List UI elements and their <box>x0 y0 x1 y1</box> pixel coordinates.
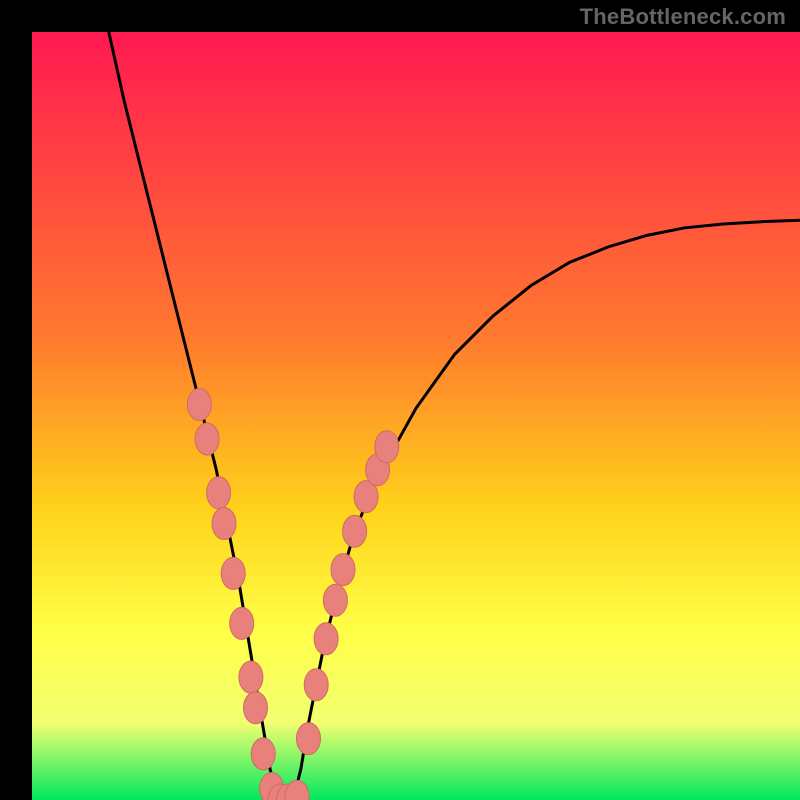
chart-stage: { "watermark": "TheBottleneck.com", "col… <box>0 0 800 800</box>
watermark-text: TheBottleneck.com <box>580 4 786 30</box>
data-dot <box>195 423 219 455</box>
bottleneck-chart <box>0 0 800 800</box>
data-dot <box>375 431 399 463</box>
data-dot <box>304 669 328 701</box>
data-dot <box>230 607 254 639</box>
data-dot <box>239 661 263 693</box>
data-dot <box>331 554 355 586</box>
data-dot <box>187 389 211 421</box>
data-dot <box>212 508 236 540</box>
data-dot <box>314 623 338 655</box>
data-dot <box>207 477 231 509</box>
data-dot <box>244 692 268 724</box>
data-dot <box>297 723 321 755</box>
data-dot <box>343 515 367 547</box>
data-dot <box>251 738 275 770</box>
plot-background <box>32 32 800 800</box>
data-dot <box>221 557 245 589</box>
data-dot <box>323 584 347 616</box>
